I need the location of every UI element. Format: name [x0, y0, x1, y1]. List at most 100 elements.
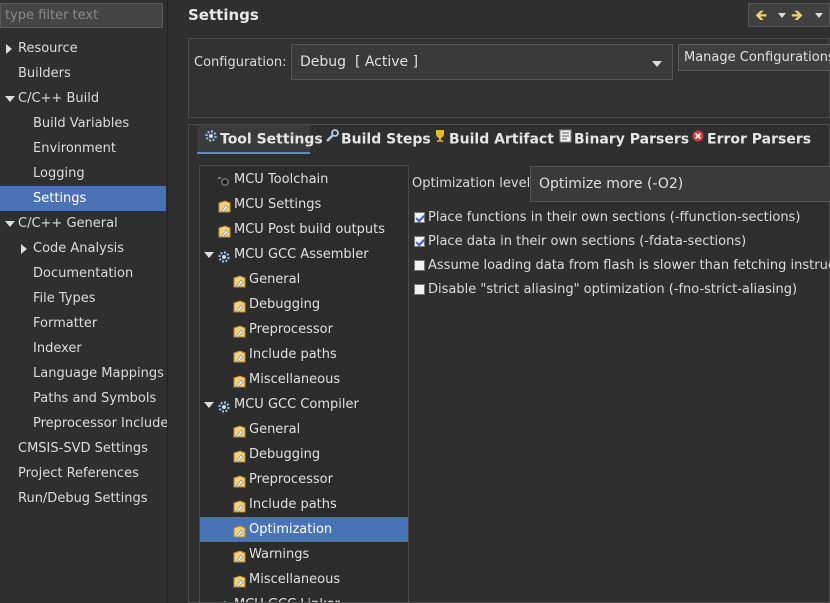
tree-node[interactable]: MCU GCC Linker	[200, 592, 408, 602]
tree-node[interactable]: Preprocessor	[200, 467, 408, 492]
tree-node[interactable]: MCU Settings	[200, 192, 408, 217]
collapse-arrow-icon[interactable]	[5, 221, 15, 227]
tool-gear-icon	[217, 248, 231, 263]
settings-page-icon	[232, 548, 246, 563]
configuration-select[interactable]: Debug [ Active ]	[291, 44, 673, 80]
tree-node[interactable]: General	[200, 267, 408, 292]
settings-page-icon	[232, 373, 246, 388]
trophy-icon	[433, 125, 447, 154]
nav-item-label: Logging	[33, 166, 85, 181]
tool-settings-tree: MCU Toolchain MCU Settings MCU Post build …	[199, 165, 409, 603]
tree-node-label: MCU GCC Linker	[234, 592, 340, 602]
option-label: Assume loading data from flash is slower…	[428, 258, 830, 273]
tree-node[interactable]: Miscellaneous	[200, 367, 408, 392]
tree-node[interactable]: MCU Toolchain	[200, 167, 408, 192]
nav-item-label: Run/Debug Settings	[18, 491, 148, 506]
tab-item[interactable]: Error Parsers	[684, 125, 811, 154]
tree-node-label: Miscellaneous	[249, 372, 341, 387]
nav-item[interactable]: Code Analysis	[0, 236, 166, 261]
tree-node-label: Include paths	[249, 497, 337, 512]
nav-item-label: Build Variables	[33, 116, 130, 131]
tree-node[interactable]: MCU GCC Compiler	[200, 392, 408, 417]
tree-node[interactable]: General	[200, 417, 408, 442]
configuration-label: Configuration:	[194, 55, 287, 70]
tree-node-label: Include paths	[249, 347, 337, 362]
back-arrow-icon[interactable]: 🡸	[755, 4, 767, 26]
tree-node-label: Debugging	[249, 447, 321, 462]
tab-item[interactable]: Binary Parsers	[552, 125, 689, 154]
nav-item[interactable]: Builders	[0, 61, 166, 86]
tool-gear-icon	[217, 398, 231, 413]
tree-node-label: Warnings	[249, 547, 310, 562]
optimization-level-value: Optimize more (-O2)	[539, 176, 684, 192]
option-label: Place functions in their own sections (-…	[428, 210, 801, 225]
tree-node-label: Miscellaneous	[249, 572, 341, 587]
nav-item[interactable]: Language Mappings	[0, 361, 166, 386]
tab-item[interactable]: Tool Settings	[197, 125, 323, 154]
nav-item-label: C/C++ General	[18, 216, 118, 231]
nav-item[interactable]: Indexer	[0, 336, 166, 361]
tab-label: Binary Parsers	[574, 131, 690, 148]
tree-node-label: Preprocessor	[249, 322, 333, 337]
checkbox-unchecked[interactable]	[414, 260, 425, 271]
nav-item[interactable]: Logging	[0, 161, 166, 186]
nav-item-label: Language Mappings	[33, 366, 164, 381]
settings-page-icon	[232, 423, 246, 438]
tab-item[interactable]: Build Steps	[318, 125, 431, 154]
tree-node[interactable]: Preprocessor	[200, 317, 408, 342]
tree-node[interactable]: Miscellaneous	[200, 567, 408, 592]
nav-item[interactable]: CMSIS-SVD Settings	[0, 436, 166, 461]
tree-node[interactable]: MCU GCC Assembler	[200, 242, 408, 267]
expand-arrow-icon[interactable]	[6, 44, 12, 54]
nav-item[interactable]: Paths and Symbols	[0, 386, 166, 411]
tree-node-label: Optimization	[249, 522, 333, 537]
error-icon	[691, 125, 705, 154]
tree-node[interactable]: MCU Post build outputs	[200, 217, 408, 242]
nav-item[interactable]: Environment	[0, 136, 166, 161]
tree-node-label: Preprocessor	[249, 472, 333, 487]
nav-item[interactable]: Run/Debug Settings	[0, 486, 166, 511]
nav-item[interactable]: File Types	[0, 286, 166, 311]
optimization-level-select[interactable]: Optimize more (-O2)	[530, 166, 830, 202]
collapse-arrow-icon[interactable]	[204, 252, 214, 258]
checkbox-unchecked[interactable]	[414, 284, 425, 295]
nav-item[interactable]: Settings	[0, 186, 166, 211]
forward-arrow-icon[interactable]: 🡺	[791, 4, 803, 26]
nav-item-label: C/C++ Build	[18, 91, 100, 106]
tree-node-label: MCU Post build outputs	[234, 222, 386, 237]
filter-input[interactable]	[0, 3, 163, 28]
settings-page-icon	[232, 348, 246, 363]
nav-item[interactable]: C/C++ General	[0, 211, 166, 236]
nav-item-label: Preprocessor Include	[33, 416, 168, 431]
tree-node[interactable]: Include paths	[200, 492, 408, 517]
nav-item[interactable]: C/C++ Build	[0, 86, 166, 111]
collapse-arrow-icon[interactable]	[5, 96, 15, 102]
tab-item[interactable]: Build Artifact	[426, 125, 554, 154]
nav-item[interactable]: Resource	[0, 36, 166, 61]
nav-item[interactable]: Preprocessor Include	[0, 411, 168, 436]
nav-item-label: Code Analysis	[33, 241, 124, 256]
nav-item[interactable]: Build Variables	[0, 111, 166, 136]
checkbox-checked[interactable]	[414, 236, 425, 247]
back-dropdown-icon[interactable]	[778, 13, 786, 18]
tree-node[interactable]: Include paths	[200, 342, 408, 367]
checkbox-checked[interactable]	[414, 212, 425, 223]
collapse-arrow-icon[interactable]	[204, 402, 214, 408]
tree-node-label: MCU Settings	[234, 197, 322, 212]
toolchain-icon	[217, 173, 231, 186]
tree-node[interactable]: Debugging	[200, 292, 408, 317]
nav-item-label: Environment	[33, 141, 117, 156]
settings-page-icon	[232, 523, 246, 538]
nav-panel: Resource Builders C/C++ Build Build Variabl…	[0, 0, 168, 603]
tree-node[interactable]: Optimization	[200, 517, 408, 542]
nav-item-label: Paths and Symbols	[33, 391, 157, 406]
tree-node[interactable]: Debugging	[200, 442, 408, 467]
tree-node-label: MCU Toolchain	[234, 172, 329, 187]
nav-item[interactable]: Documentation	[0, 261, 166, 286]
forward-dropdown-icon[interactable]	[815, 13, 823, 18]
tree-node[interactable]: Warnings	[200, 542, 408, 567]
nav-item[interactable]: Project References	[0, 461, 166, 486]
expand-arrow-icon[interactable]	[21, 244, 27, 254]
manage-configurations-button[interactable]: Manage Configurations...	[678, 44, 830, 71]
nav-item[interactable]: Formatter	[0, 311, 166, 336]
